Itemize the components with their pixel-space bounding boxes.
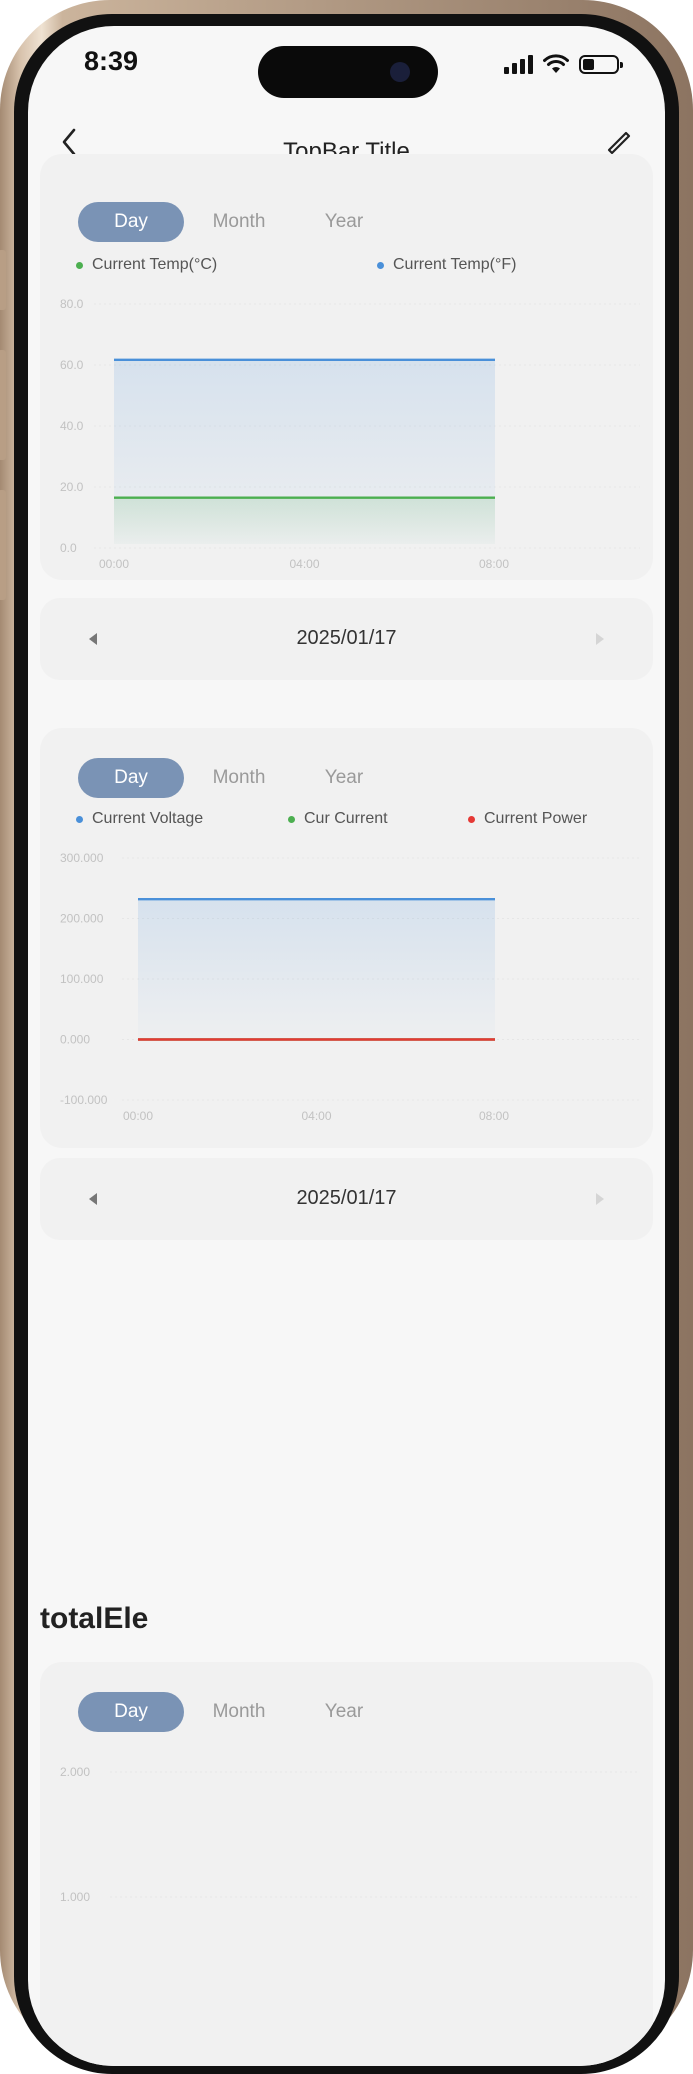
- wifi-icon: [543, 54, 569, 73]
- y-tick-label: 200.000: [60, 912, 104, 926]
- y-tick-label: 0.0: [60, 541, 77, 555]
- x-tick-label: 08:00: [479, 1109, 509, 1123]
- status-bar: 8:39: [28, 26, 665, 98]
- x-tick-label: 04:00: [289, 557, 319, 571]
- legend-label: Current Temp(°F): [393, 256, 517, 273]
- temp-chart-card: Day Month Year Current Temp(°C) Current …: [40, 154, 653, 580]
- power-chart-card: Day Month Year Current Voltage Cur Curre…: [40, 728, 653, 1148]
- y-tick-label: 1.000: [60, 1890, 90, 1904]
- status-time: 8:39: [84, 46, 139, 76]
- y-tick-label: 20.0: [60, 480, 84, 494]
- tab-year[interactable]: Year: [294, 202, 394, 242]
- tab-year[interactable]: Year: [294, 1692, 394, 1732]
- volume-down-button: [0, 490, 6, 600]
- legend-label: Current Voltage: [92, 810, 204, 827]
- x-tick-label: 00:00: [123, 1109, 153, 1123]
- temp-chart: 80.0 60.0 40.0 20.0 0.0 00:00 04:00 08:00: [60, 297, 640, 571]
- temp-date-navigator: 2025/01/17: [40, 598, 653, 680]
- legend-item: Current Voltage: [76, 810, 203, 828]
- y-tick-label: -100.000: [60, 1093, 108, 1107]
- y-tick-label: 100.000: [60, 972, 104, 986]
- legend-label: Cur Current: [304, 810, 388, 827]
- x-tick-label: 08:00: [479, 557, 509, 571]
- power-period-tabs: Day Month Year: [78, 758, 394, 798]
- status-icons: [504, 52, 623, 74]
- date-label: 2025/01/17: [296, 627, 397, 649]
- legend-item: Current Temp(°C): [76, 256, 217, 274]
- battery-icon: [579, 55, 623, 74]
- y-tick-label: 2.000: [60, 1765, 90, 1779]
- tab-month[interactable]: Month: [184, 202, 294, 242]
- legend-label: Current Temp(°C): [92, 256, 218, 273]
- tab-month[interactable]: Month: [184, 758, 294, 798]
- y-tick-label: 0.000: [60, 1033, 90, 1047]
- tab-day[interactable]: Day: [78, 1692, 184, 1732]
- legend-dot: [76, 815, 83, 823]
- phone-screen: 8:39 TopBar Title Day Month Year Current…: [28, 26, 665, 2066]
- legend-dot: [288, 815, 295, 823]
- legend-item: Current Power: [468, 810, 587, 828]
- y-tick-label: 300.000: [60, 851, 104, 865]
- series-area: [114, 359, 495, 544]
- volume-up-button: [0, 350, 6, 460]
- tab-year[interactable]: Year: [294, 758, 394, 798]
- total-energy-title: totalEle: [40, 1602, 149, 1635]
- power-date-navigator: 2025/01/17: [40, 1158, 653, 1240]
- legend-item: Current Temp(°F): [377, 256, 516, 274]
- tab-day[interactable]: Day: [78, 758, 184, 798]
- next-date-icon[interactable]: [587, 626, 613, 652]
- next-date-icon[interactable]: [587, 1186, 613, 1212]
- mute-switch: [0, 250, 6, 310]
- total-energy-chart: 2.000 1.000: [60, 1765, 640, 1904]
- tab-day[interactable]: Day: [78, 202, 184, 242]
- power-chart: 300.000 200.000 100.000 0.000 -100.000 00:00 0…: [60, 851, 640, 1123]
- legend-dot: [76, 261, 83, 269]
- tab-month[interactable]: Month: [184, 1692, 294, 1732]
- series-area: [138, 899, 495, 1038]
- y-tick-label: 40.0: [60, 419, 84, 433]
- legend-dot: [468, 815, 475, 823]
- cellular-signal-icon: [504, 55, 533, 74]
- front-camera: [390, 62, 410, 82]
- legend-item: Cur Current: [288, 810, 388, 828]
- dynamic-island: [258, 46, 438, 98]
- date-label: 2025/01/17: [296, 1187, 397, 1209]
- total-period-tabs: Day Month Year: [78, 1692, 394, 1732]
- temp-period-tabs: Day Month Year: [78, 202, 394, 242]
- legend-label: Current Power: [484, 810, 588, 827]
- y-tick-label: 80.0: [60, 297, 84, 311]
- x-tick-label: 00:00: [99, 557, 129, 571]
- legend-dot: [377, 261, 384, 269]
- x-tick-label: 04:00: [301, 1109, 331, 1123]
- total-energy-card: Day Month Year 2.000 1.000: [40, 1662, 653, 2066]
- y-tick-label: 60.0: [60, 358, 84, 372]
